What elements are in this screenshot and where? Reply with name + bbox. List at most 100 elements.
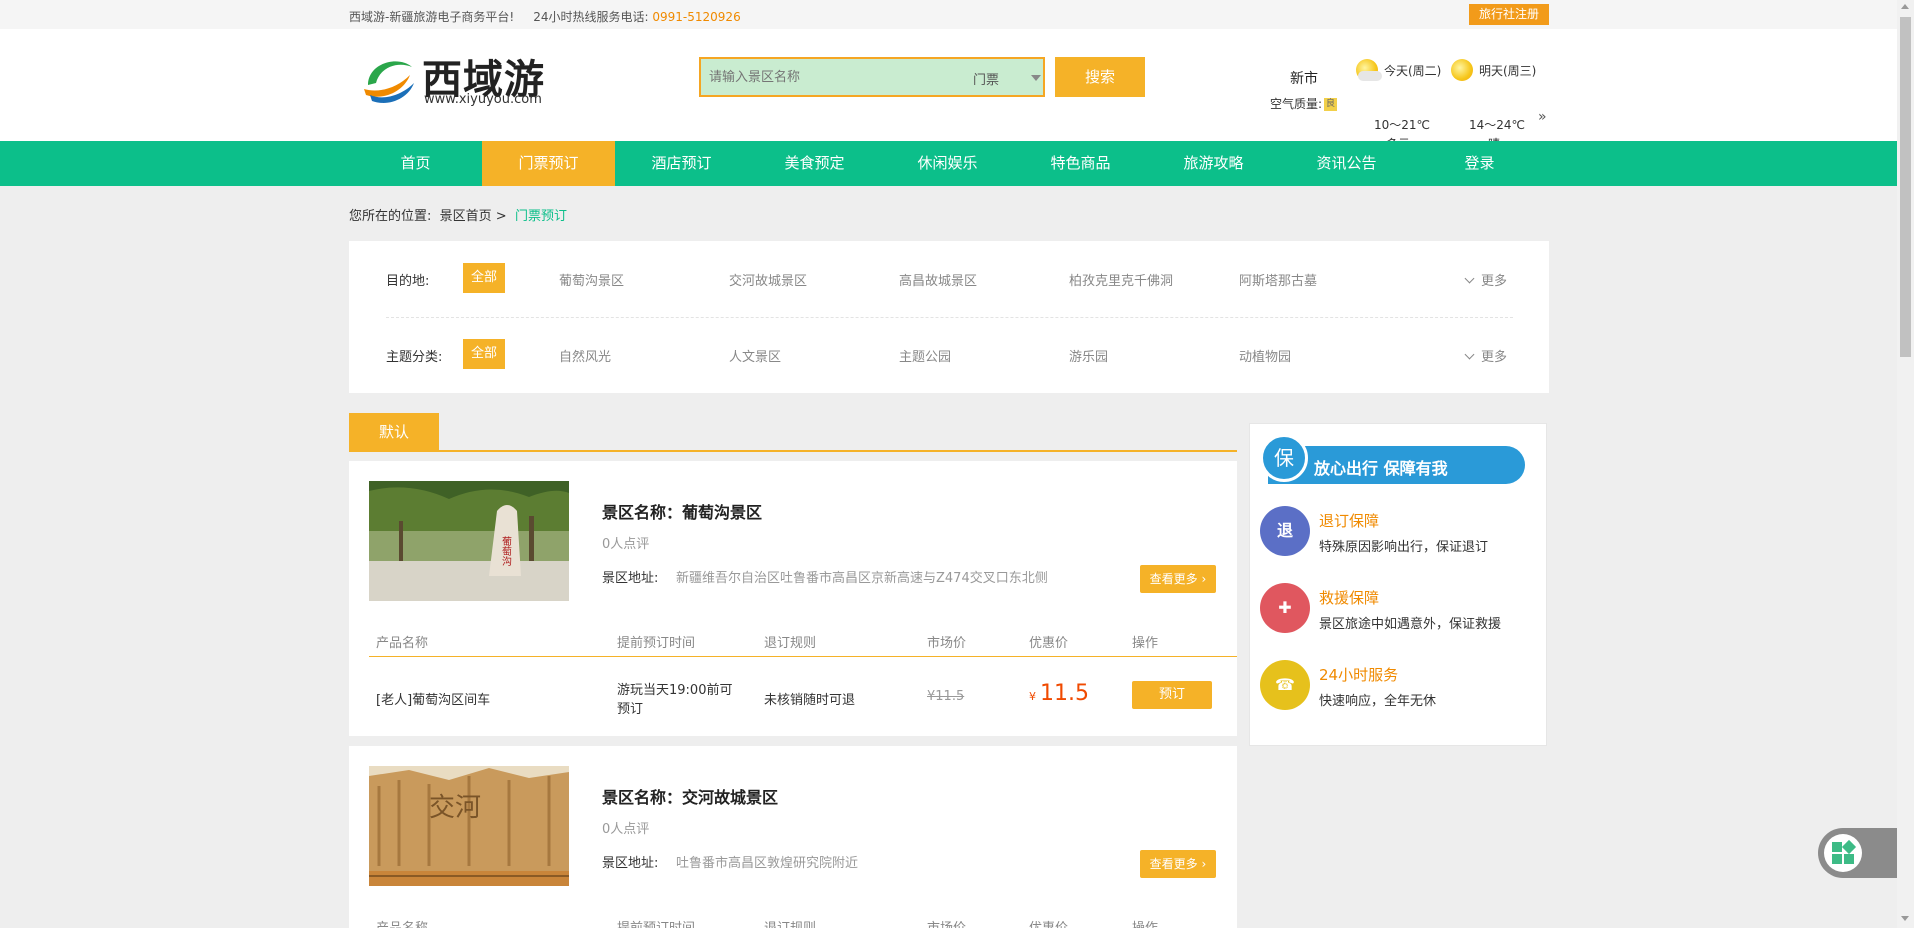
product-market-price: ¥11.5 [927, 689, 965, 704]
guarantee-title: 退订保障 [1319, 512, 1380, 530]
table-header-advance: 提前预订时间 [617, 917, 695, 928]
filter-destination-label: 目的地: [386, 274, 430, 289]
table-header-market-price: 市场价 [927, 636, 967, 651]
scroll-down-icon[interactable] [1901, 916, 1909, 921]
scenic-address: 吐鲁番市高昌区敦煌研究院附近 [676, 856, 859, 871]
table-header-action: 操作 [1132, 917, 1158, 928]
table-header-refund: 退订规则 [764, 636, 817, 651]
weather-more-icon[interactable]: » [1538, 109, 1547, 125]
scenic-thumbnail[interactable]: 交河 [369, 766, 569, 886]
nav-home[interactable]: 首页 [349, 141, 482, 186]
chevron-down-icon [1464, 349, 1475, 360]
filter-theme-more[interactable]: 更多 [1464, 346, 1508, 365]
scenic-name[interactable]: 景区名称：葡萄沟景区 [602, 499, 762, 523]
view-more-button[interactable]: 查看更多 › [1140, 850, 1216, 878]
filter-destination-option[interactable]: 阿斯塔那古墓 [1239, 270, 1317, 289]
guarantee-service: ☎ 24小时服务 快速响应，全年无休 [1260, 660, 1540, 715]
filter-theme-label: 主题分类: [386, 350, 443, 365]
cloud-icon [1358, 71, 1382, 81]
filter-destination-option[interactable]: 交河故城景区 [729, 270, 807, 289]
chevron-down-icon[interactable] [1031, 75, 1041, 81]
nav-guides[interactable]: 旅游攻略 [1147, 141, 1280, 186]
table-header-discount-price: 优惠价 [1029, 917, 1068, 928]
scenic-address-label: 景区地址: [602, 856, 659, 871]
search-input[interactable] [709, 67, 949, 87]
table-header-refund: 退订规则 [764, 917, 816, 928]
nav-hotels[interactable]: 酒店预订 [615, 141, 748, 186]
table-header-discount-price: 优惠价 [1029, 636, 1069, 651]
air-quality-badge: 良 [1324, 98, 1338, 111]
filter-theme-option[interactable]: 动植物园 [1239, 346, 1291, 365]
nav-tickets[interactable]: 门票预订 [482, 141, 615, 186]
product-price-value: 11.5 [1040, 681, 1089, 706]
table-header-advance: 提前预订时间 [617, 636, 696, 651]
product-name[interactable]: [老人]葡萄沟区间车 [376, 689, 490, 708]
logo-url: www.xiyuyou.com [424, 92, 542, 107]
shield-icon: 保 [1260, 434, 1308, 482]
svg-text:交河: 交河 [429, 793, 481, 823]
weather-tomorrow-temp: 14～24℃ [1469, 118, 1526, 132]
site-logo[interactable]: 西域游 www.xiyuyou.com [358, 49, 548, 109]
guarantee-rescue: ✚ 救援保障 景区旅途中如遇意外，保证救援 [1260, 583, 1540, 638]
search-type-select[interactable]: 门票 [973, 69, 999, 88]
scrollbar-thumb[interactable] [1900, 17, 1911, 357]
header: 西域游 www.xiyuyou.com 门票 搜索 新市 空气质量:良 今天(周… [0, 29, 1897, 151]
book-button[interactable]: 预订 [1132, 681, 1212, 709]
search-box: 门票 [699, 57, 1045, 97]
product-advance-line2: 预订 [617, 702, 644, 717]
nav-food[interactable]: 美食预定 [748, 141, 881, 186]
main-nav: 首页 门票预订 酒店预订 美食预定 休闲娱乐 特色商品 旅游攻略 资讯公告 登录 [0, 141, 1897, 186]
filter-destination-option[interactable]: 柏孜克里克千佛洞 [1069, 270, 1173, 289]
nav-specialties[interactable]: 特色商品 [1014, 141, 1147, 186]
product-refund: 未核销随时可退 [764, 693, 856, 708]
currency-symbol: ¥ [1029, 690, 1036, 703]
guarantee-title: 24小时服务 [1319, 666, 1399, 684]
agency-register-button[interactable]: 旅行社注册 [1469, 4, 1549, 25]
table-header-action: 操作 [1132, 636, 1159, 651]
breadcrumb: 您所在的位置: 景区首页 > 门票预订 [349, 205, 567, 224]
air-quality: 空气质量: 良 [1270, 95, 1338, 112]
air-quality-label: 空气质量: [1270, 97, 1323, 111]
nav-login[interactable]: 登录 [1413, 141, 1546, 186]
scenic-reviews: 0人点评 [602, 537, 650, 552]
nav-news[interactable]: 资讯公告 [1280, 141, 1413, 186]
guarantee-desc: 特殊原因影响出行，保证退订 [1319, 540, 1489, 555]
weather-today-label: 今天(周二) [1384, 64, 1442, 78]
filter-theme-option[interactable]: 自然风光 [559, 346, 611, 365]
product-advance: 游玩当天19:00前可 预订 [617, 679, 732, 717]
table-header-market-price: 市场价 [927, 917, 966, 928]
view-more-label: 查看更多 [1149, 857, 1198, 871]
page-scrollbar[interactable] [1897, 0, 1914, 928]
filter-destination-more[interactable]: 更多 [1464, 270, 1507, 289]
filter-theme-option[interactable]: 人文景区 [729, 346, 781, 365]
scenic-reviews: 0人点评 [602, 822, 650, 837]
tab-default[interactable]: 默认 [349, 413, 439, 452]
filter-more-label: 更多 [1481, 350, 1508, 365]
filter-theme: 主题分类: 全部 自然风光 人文景区 主题公园 游乐园 动植物园 更多 [349, 317, 1549, 392]
scenic-name[interactable]: 景区名称：交河故城景区 [602, 784, 778, 808]
view-more-button[interactable]: 查看更多 › [1140, 565, 1216, 593]
apps-icon [1824, 834, 1862, 872]
search-button[interactable]: 搜索 [1055, 57, 1145, 97]
breadcrumb-home[interactable]: 景区首页 > [440, 209, 507, 224]
filter-destination-option[interactable]: 葡萄沟景区 [559, 270, 624, 289]
filter-destination-all[interactable]: 全部 [463, 263, 505, 293]
weather-tomorrow-label: 明天(周三) [1479, 64, 1537, 78]
sun-icon [1451, 59, 1473, 81]
filter-destination-option[interactable]: 高昌故城景区 [899, 270, 977, 289]
scroll-up-icon[interactable] [1901, 4, 1909, 9]
grape-valley-photo: 葡萄沟 [369, 481, 569, 601]
filter-destination: 目的地: 全部 葡萄沟景区 交河故城景区 高昌故城景区 柏孜克里克千佛洞 阿斯塔… [349, 241, 1549, 316]
nav-leisure[interactable]: 休闲娱乐 [881, 141, 1014, 186]
hotline-label: 24小时热线服务电话: [533, 10, 649, 24]
scenic-card: 葡萄沟 景区名称：葡萄沟景区 0人点评 景区地址: 新疆维吾尔自治区吐鲁番市高昌… [349, 461, 1237, 736]
scenic-thumbnail[interactable]: 葡萄沟 [369, 481, 569, 601]
filter-theme-option[interactable]: 主题公园 [899, 346, 951, 365]
floating-widget-button[interactable] [1818, 828, 1897, 878]
weather-today-temp: 10～21℃ [1374, 118, 1431, 132]
first-aid-icon: ✚ [1260, 583, 1310, 633]
product-price: ¥11.5 [1029, 681, 1089, 706]
filter-theme-option[interactable]: 游乐园 [1069, 346, 1108, 365]
filter-theme-all[interactable]: 全部 [463, 339, 505, 369]
table-header-product: 产品名称 [376, 917, 428, 928]
